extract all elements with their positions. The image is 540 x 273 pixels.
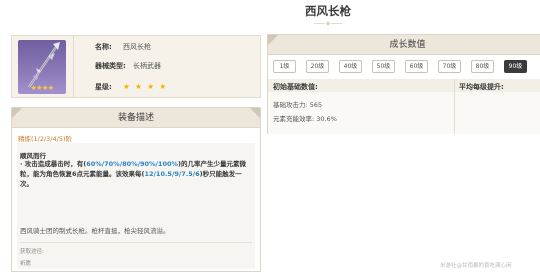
column-divider xyxy=(454,79,455,134)
level-button-20[interactable]: 20级 xyxy=(306,60,329,73)
info-divider xyxy=(73,36,74,97)
corner-ornament-icon xyxy=(268,35,278,45)
obtain-value: 祈愿 xyxy=(20,261,32,267)
er-label: 元素充能效率: xyxy=(273,115,315,123)
passive-description: · 攻击造成暴击时，有(60%/70%/80%/90%/100%)的几率产生少量… xyxy=(20,159,252,189)
level-button-80[interactable]: 80级 xyxy=(471,60,494,73)
info-row-type: 器械类型: 长柄武器 xyxy=(95,62,161,71)
title-ornament-icon xyxy=(314,21,342,26)
initial-stats-header: 初始基础数值: xyxy=(273,83,318,91)
atk-label: 基础攻击力: xyxy=(273,101,308,109)
type-label: 器械类型: xyxy=(95,62,126,70)
growth-panel-header: 成长数值 xyxy=(268,35,540,55)
level-button-90[interactable]: 90级 xyxy=(504,60,527,73)
divider xyxy=(20,242,252,243)
er-value: 30.6% xyxy=(316,115,337,123)
stats-table-body: 基础攻击力: 565 元素充能效率: 30.6% xyxy=(268,92,540,134)
name-value: 西风长枪 xyxy=(123,43,151,51)
corner-ornament-icon xyxy=(12,108,22,118)
level-button-70[interactable]: 70级 xyxy=(438,60,461,73)
passive-highlight-chance: 60%/70%/80%/90%/100% xyxy=(86,160,179,168)
obtain-label: 获取途径: xyxy=(20,249,44,255)
atk-value: 565 xyxy=(309,101,323,109)
description-panel: 装备描述 精炼(1/2/3/4/5)阶 顺风而行 · 攻击造成暴击时，有(60%… xyxy=(11,107,261,272)
passive-text: · 攻击造成暴击时，有( xyxy=(20,160,87,168)
polearm-weapon-icon: ★★★★ xyxy=(18,40,66,94)
weapon-rarity-stars: ★★★★ xyxy=(30,84,54,92)
rarity-stars: ★ ★ ★ ★ xyxy=(123,82,168,91)
level-button-50[interactable]: 50级 xyxy=(372,60,395,73)
stats-table-header: 初始基础数值: 平均每级提升: xyxy=(268,79,540,92)
page-title: 西风长枪 xyxy=(305,4,351,18)
description-panel-header: 装备描述 xyxy=(12,108,260,128)
description-header-label: 装备描述 xyxy=(117,113,154,123)
level-button-1[interactable]: 1级 xyxy=(273,60,296,73)
weapon-info-card: ★★★★ 名称: 西风长枪 器械类型: 长柄武器 星级: ★ ★ ★ ★ xyxy=(11,35,261,98)
rarity-label: 星级: xyxy=(95,83,112,91)
growth-stats-panel: 成长数值 1级 20级 40级 50级 60级 70级 80级 90级 初始基础… xyxy=(267,34,540,134)
level-button-40[interactable]: 40级 xyxy=(339,60,362,73)
corner-ornament-icon xyxy=(250,108,260,118)
description-body: 顺风而行 · 攻击造成暴击时，有(60%/70%/80%/90%/100%)的几… xyxy=(17,143,255,269)
info-row-rarity: 星级: ★ ★ ★ ★ xyxy=(95,82,168,92)
type-value: 长柄武器 xyxy=(133,62,161,70)
info-row-name: 名称: 西风长枪 xyxy=(95,43,151,52)
name-label: 名称: xyxy=(95,43,112,51)
growth-header-label: 成长数值 xyxy=(389,40,426,50)
stat-row-energy-recharge: 元素充能效率: 30.6% xyxy=(273,113,337,123)
flavor-text: 西风骑士团的制式长枪。枪杆直挺，枪尖轻风流溢。 xyxy=(20,227,170,235)
avg-growth-header: 平均每级提升: xyxy=(459,83,504,91)
watermark: 米游社@甘雨暴的喜吃满心闲 xyxy=(440,263,512,269)
passive-highlight-cooldown: 12/10.5/9/7.5/6 xyxy=(144,170,200,178)
weapon-detail-page: 西风长枪 ★★★★ 名称: 西风长枪 器械类型: 长柄武器 星级: ★ ★ ★ ★ xyxy=(0,0,540,273)
refinement-label: 精炼(1/2/3/4/5)阶 xyxy=(18,135,73,143)
level-button-60[interactable]: 60级 xyxy=(405,60,428,73)
stat-row-atk: 基础攻击力: 565 xyxy=(273,99,322,109)
